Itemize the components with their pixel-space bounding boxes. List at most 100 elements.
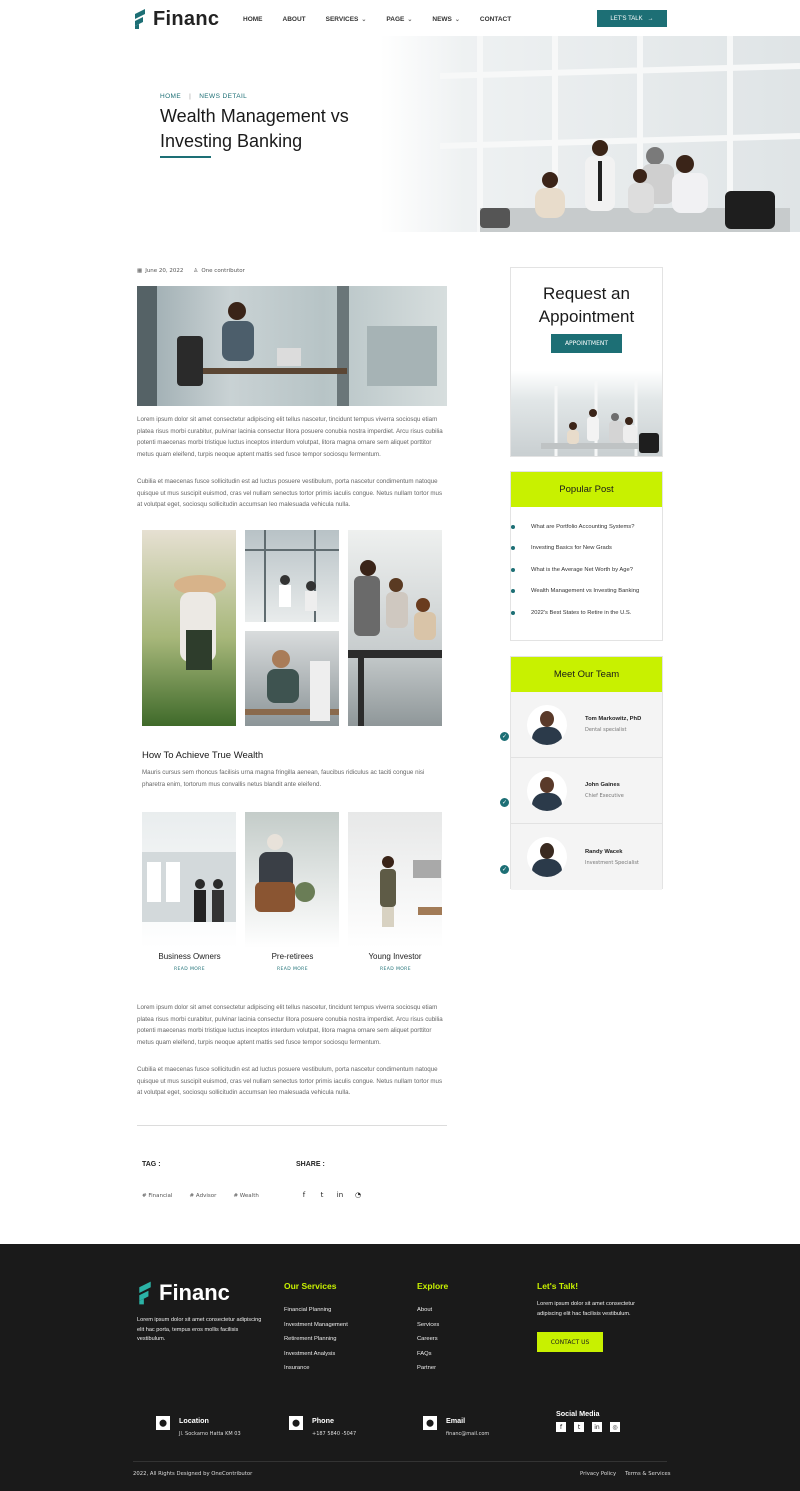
card-title-business-owners: Business Owners: [158, 952, 221, 961]
whatsapp-icon[interactable]: ◔: [353, 1191, 363, 1199]
bullet-icon: [511, 589, 515, 594]
card-read-more-link[interactable]: READ MORE: [348, 967, 443, 972]
footer-services-list: Financial Planning Investment Management…: [284, 1303, 348, 1376]
chevron-down-icon: ⌄: [454, 16, 460, 23]
contact-email: ⬤ Email financ@mail.com: [423, 1416, 489, 1437]
post-paragraph-2: Cubilia et maecenas fusce sollicitudin e…: [137, 478, 443, 508]
share-label: SHARE :: [296, 1161, 325, 1168]
team-member[interactable]: ✓ Tom Markowitz, PhD Dental specialist: [499, 692, 662, 758]
card-title-young-investor: Young Investor: [368, 952, 422, 961]
site-footer: Financ Lorem ipsum dolor sit amet consec…: [0, 1244, 800, 1491]
team-widget: Meet Our Team ✓ Tom Markowitz, PhD Dental…: [499, 656, 663, 890]
breadcrumb: HOME | NEWS DETAIL: [160, 93, 248, 100]
popular-post-item[interactable]: Investing Basics for New Grads: [511, 538, 662, 560]
bullet-icon: [511, 567, 515, 572]
divider: [137, 1125, 447, 1126]
nav-services[interactable]: SERVICES ⌄: [326, 14, 367, 24]
facebook-icon[interactable]: f: [556, 1422, 566, 1432]
contact-us-button[interactable]: CONTACT US: [537, 1332, 603, 1352]
email-icon: ⬤: [423, 1416, 437, 1430]
footer-services-title: Our Services: [284, 1281, 337, 1291]
breadcrumb-home[interactable]: HOME: [160, 93, 181, 100]
card-read-more-link[interactable]: READ MORE: [245, 967, 340, 972]
linkedin-icon[interactable]: in: [592, 1422, 602, 1432]
appointment-widget: Request an Appointment APPOINTMENT: [510, 267, 663, 457]
footer-link[interactable]: Retirement Planning: [284, 1332, 348, 1347]
footer-link[interactable]: Insurance: [284, 1361, 348, 1376]
share-icons: f t in ◔: [299, 1182, 371, 1201]
nav-page[interactable]: PAGE ⌄: [386, 14, 412, 24]
card-title-pre-retirees: Pre-retirees: [271, 952, 314, 961]
footer-explore-title: Explore: [417, 1281, 449, 1291]
bullet-icon: [511, 546, 515, 551]
avatar: [527, 837, 567, 877]
footer-logo[interactable]: Financ: [137, 1279, 230, 1307]
team-member[interactable]: ✓ Randy Wacek Investment Specialist: [499, 824, 662, 890]
location-pin-icon: ⬤: [156, 1416, 170, 1430]
nav-home[interactable]: HOME: [243, 14, 263, 24]
footer-link[interactable]: About: [417, 1303, 439, 1318]
popular-post-item[interactable]: What is the Average Net Worth by Age?: [511, 559, 662, 581]
footer-about: Lorem ipsum dolor sit amet consectetur a…: [137, 1317, 262, 1343]
breadcrumb-current: NEWS DETAIL: [199, 93, 248, 100]
gallery-image-man-laptop: [245, 631, 339, 726]
title-underline: [160, 156, 211, 158]
twitter-icon[interactable]: t: [317, 1191, 327, 1199]
footer-link[interactable]: FAQs: [417, 1347, 439, 1362]
verified-icon: ✓: [499, 863, 510, 875]
post-author[interactable]: ♙ One contributor: [193, 268, 244, 274]
twitter-icon[interactable]: t: [574, 1422, 584, 1432]
gallery-image-farmer: [142, 530, 236, 726]
post-date: ▦ June 20, 2022: [137, 268, 184, 274]
footer-social-icons: f t in ◎: [556, 1422, 628, 1432]
card-read-more-link[interactable]: READ MORE: [142, 967, 237, 972]
footer-link[interactable]: Services: [417, 1318, 439, 1333]
team-member[interactable]: ✓ John Gaines Chief Executive: [499, 758, 662, 824]
tag-label: TAG :: [142, 1161, 161, 1168]
chevron-down-icon: ⌄: [361, 16, 367, 23]
site-logo[interactable]: Financ: [133, 6, 219, 32]
chevron-down-icon: ⌄: [407, 16, 413, 23]
footer-link[interactable]: Investment Management: [284, 1318, 348, 1333]
footer-link[interactable]: Financial Planning: [284, 1303, 348, 1318]
post-meta: ▦ June 20, 2022 ♙ One contributor: [137, 268, 245, 274]
lets-talk-button[interactable]: LET'S TALK →: [597, 10, 667, 27]
card-image-young-investor: [348, 812, 442, 948]
tag-financial[interactable]: # Financial: [142, 1193, 172, 1199]
post-paragraph-1: Lorem ipsum dolor sit amet consectetur a…: [137, 416, 443, 458]
nav-about[interactable]: ABOUT: [283, 14, 306, 24]
team-title: Meet Our Team: [511, 657, 662, 692]
terms-link[interactable]: Terms & Services: [625, 1471, 670, 1477]
footer-link[interactable]: Careers: [417, 1332, 439, 1347]
main-nav: HOME ABOUT SERVICES ⌄ PAGE ⌄ NEWS ⌄ CONTACT: [243, 14, 531, 24]
footer-link[interactable]: Investment Analysis: [284, 1347, 348, 1362]
logo-mark-icon: [135, 9, 145, 29]
hero-photo-art: [439, 36, 800, 232]
tag-advisor[interactable]: # Advisor: [190, 1193, 217, 1199]
footer-talk-text: Lorem ipsum dolor sit amet consectetur a…: [537, 1301, 635, 1317]
popular-post-item[interactable]: What are Portfolio Accounting Systems?: [511, 516, 662, 538]
footer-talk-title: Let's Talk!: [537, 1281, 579, 1291]
footer-explore-list: About Services Careers FAQs Partner: [417, 1303, 439, 1376]
privacy-policy-link[interactable]: Privacy Policy: [580, 1471, 616, 1477]
appointment-title: Request an Appointment: [538, 284, 635, 326]
nav-contact[interactable]: CONTACT: [480, 14, 511, 24]
popular-post-item[interactable]: Wealth Management vs Investing Banking: [511, 581, 662, 603]
gallery-image-team: [348, 530, 442, 726]
popular-post-item[interactable]: 2022's Best States to Retire in the U.S.: [511, 602, 662, 624]
footer-link[interactable]: Partner: [417, 1361, 439, 1376]
tag-wealth[interactable]: # Wealth: [233, 1193, 258, 1199]
card-image-pre-retirees: [245, 812, 339, 948]
contact-phone: ⬤ Phone +187 5840 -5047: [289, 1416, 356, 1437]
user-icon: ♙: [193, 268, 199, 274]
nav-news[interactable]: NEWS ⌄: [432, 14, 460, 24]
appointment-button[interactable]: APPOINTMENT: [551, 334, 622, 353]
verified-icon: ✓: [499, 797, 510, 808]
linkedin-icon[interactable]: in: [335, 1191, 345, 1199]
section-title: How To Achieve True Wealth: [142, 750, 264, 761]
popular-post-title: Popular Post: [511, 472, 662, 507]
facebook-icon[interactable]: f: [299, 1191, 309, 1199]
legal-links: Privacy Policy Terms & Services: [580, 1471, 671, 1477]
post-paragraph-3: Lorem ipsum dolor sit amet consectetur a…: [137, 1004, 443, 1046]
instagram-icon[interactable]: ◎: [610, 1422, 620, 1432]
